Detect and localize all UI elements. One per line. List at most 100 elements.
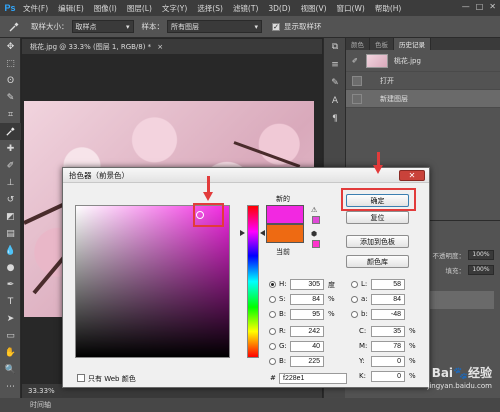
hue-slider-right-arrow[interactable] (260, 230, 265, 236)
menu-filter[interactable]: 滤镜(T) (228, 3, 263, 14)
l-radio[interactable] (351, 281, 358, 288)
b-rgb-input[interactable]: 225 (290, 356, 324, 367)
menu-help[interactable]: 帮助(H) (370, 3, 407, 14)
sample-select[interactable]: 所有图层 ▾ (167, 20, 262, 33)
m-input[interactable]: 78 (371, 341, 405, 352)
b-lab-radio[interactable] (351, 311, 358, 318)
menu-view[interactable]: 视图(V) (296, 3, 332, 14)
k-input[interactable]: 0 (371, 371, 405, 382)
history-brush-source-icon[interactable]: ✐ (352, 57, 358, 65)
b-rgb-radio[interactable] (269, 358, 276, 365)
opacity-input[interactable]: 100% (468, 249, 494, 260)
brush-panel-icon[interactable]: ✎ (324, 74, 346, 92)
color-libraries-button[interactable]: 颜色库 (346, 255, 409, 268)
menu-window[interactable]: 窗口(W) (332, 3, 370, 14)
menu-3d[interactable]: 3D(D) (263, 4, 295, 13)
timeline-label[interactable]: 时间轴 (30, 400, 51, 410)
a-input[interactable]: 84 (371, 294, 405, 305)
quick-select-tool-icon[interactable]: ✎ (0, 89, 21, 106)
path-select-tool-icon[interactable]: ➤ (0, 310, 21, 327)
pen-tool-icon[interactable]: ✒ (0, 276, 21, 293)
c-unit: % (409, 327, 416, 335)
h-radio[interactable] (269, 281, 276, 288)
lasso-tool-icon[interactable]: ʘ (0, 72, 21, 89)
r-input[interactable]: 242 (290, 326, 324, 337)
shape-tool-icon[interactable]: ▭ (0, 327, 21, 344)
annotation-arrow-ok (373, 165, 383, 174)
h-input[interactable]: 305 (290, 279, 324, 290)
annotation-box-ok (341, 188, 416, 211)
menu-file[interactable]: 文件(F) (18, 3, 53, 14)
healing-brush-tool-icon[interactable]: ✚ (0, 140, 21, 157)
close-window-button[interactable]: ✕ (489, 2, 496, 11)
c-input[interactable]: 35 (371, 326, 405, 337)
type-tool-icon[interactable]: T (0, 293, 21, 310)
menu-edit[interactable]: 编辑(E) (53, 3, 89, 14)
menu-select[interactable]: 选择(S) (192, 3, 228, 14)
zoom-level[interactable]: 33.33% (28, 387, 55, 395)
eyedropper-tool-preset-icon[interactable] (3, 19, 25, 35)
sample-size-select[interactable]: 取样点 ▾ (71, 20, 134, 33)
history-item-new-layer[interactable]: 新建图层 (346, 90, 500, 108)
tab-color[interactable]: 颜色 (346, 38, 370, 50)
properties-panel-icon[interactable]: ≡ (324, 56, 346, 74)
marquee-tool-icon[interactable]: ⬚ (0, 55, 21, 72)
s-radio[interactable] (269, 296, 276, 303)
history-panel-icon[interactable]: ⧉ (324, 38, 346, 56)
baidu-watermark: Bai🐾经验 (431, 366, 492, 380)
a-radio[interactable] (351, 296, 358, 303)
r-radio[interactable] (269, 328, 276, 335)
clone-stamp-tool-icon[interactable]: ⊥ (0, 174, 21, 191)
hue-slider-left-arrow[interactable] (240, 230, 245, 236)
y-input[interactable]: 0 (371, 356, 405, 367)
add-to-swatches-button[interactable]: 添加到色板 (346, 235, 409, 248)
web-safe-swatch[interactable] (312, 240, 320, 248)
g-radio[interactable] (269, 343, 276, 350)
move-tool-icon[interactable]: ✥ (0, 38, 21, 55)
character-panel-icon[interactable]: A (324, 92, 346, 110)
menu-layer[interactable]: 图层(L) (122, 3, 157, 14)
tab-history[interactable]: 历史记录 (394, 38, 431, 50)
close-icon[interactable]: ✕ (399, 170, 425, 181)
saturation-brightness-field[interactable] (75, 205, 230, 358)
web-safe-cube-icon[interactable]: ⬢ (311, 230, 317, 238)
reset-button[interactable]: 复位 (346, 211, 409, 224)
sample-value: 所有图层 (171, 22, 199, 31)
g-input[interactable]: 40 (290, 341, 324, 352)
menu-type[interactable]: 文字(Y) (157, 3, 192, 14)
menu-image[interactable]: 图像(I) (89, 3, 122, 14)
brush-tool-icon[interactable]: ✐ (0, 157, 21, 174)
fill-input[interactable]: 100% (468, 264, 494, 275)
eyedropper-tool-icon[interactable] (0, 123, 21, 140)
current-color-swatch[interactable] (266, 224, 304, 243)
b-input[interactable]: 95 (290, 309, 324, 320)
more-tools-icon[interactable]: ⋯ (0, 378, 21, 395)
minimize-button[interactable]: — (462, 2, 470, 11)
document-tab[interactable]: 桃花.jpg @ 33.3% (图层 1, RGB/8) * × (22, 39, 322, 54)
hand-tool-icon[interactable]: ✋ (0, 344, 21, 361)
out-of-gamut-warning-icon[interactable]: ⚠ (311, 206, 317, 214)
b-lab-input[interactable]: -48 (371, 309, 405, 320)
eraser-tool-icon[interactable]: ◩ (0, 208, 21, 225)
tab-swatches[interactable]: 色板 (370, 38, 394, 50)
close-tab-icon[interactable]: × (157, 43, 163, 51)
show-sampling-ring-checkbox[interactable]: ✓ (272, 22, 280, 31)
history-snapshot-row[interactable]: ✐ 桃花.jpg (346, 50, 500, 72)
zoom-tool-icon[interactable]: 🔍 (0, 361, 21, 378)
l-input[interactable]: 58 (371, 279, 405, 290)
s-input[interactable]: 84 (290, 294, 324, 305)
web-colors-only-checkbox[interactable] (77, 374, 85, 382)
history-item-open[interactable]: 打开 (346, 72, 500, 90)
hue-slider[interactable] (247, 205, 259, 358)
maximize-button[interactable]: □ (476, 2, 484, 11)
gamut-swatch[interactable] (312, 216, 320, 224)
blur-tool-icon[interactable]: 💧 (0, 242, 21, 259)
hex-input[interactable]: f228e1 (279, 373, 347, 384)
gradient-tool-icon[interactable]: ▤ (0, 225, 21, 242)
paragraph-panel-icon[interactable]: ¶ (324, 110, 346, 128)
dodge-tool-icon[interactable]: ● (0, 259, 21, 276)
sample-label: 样本： (141, 22, 165, 31)
b-radio[interactable] (269, 311, 276, 318)
history-brush-tool-icon[interactable]: ↺ (0, 191, 21, 208)
crop-tool-icon[interactable]: ⌗ (0, 106, 21, 123)
